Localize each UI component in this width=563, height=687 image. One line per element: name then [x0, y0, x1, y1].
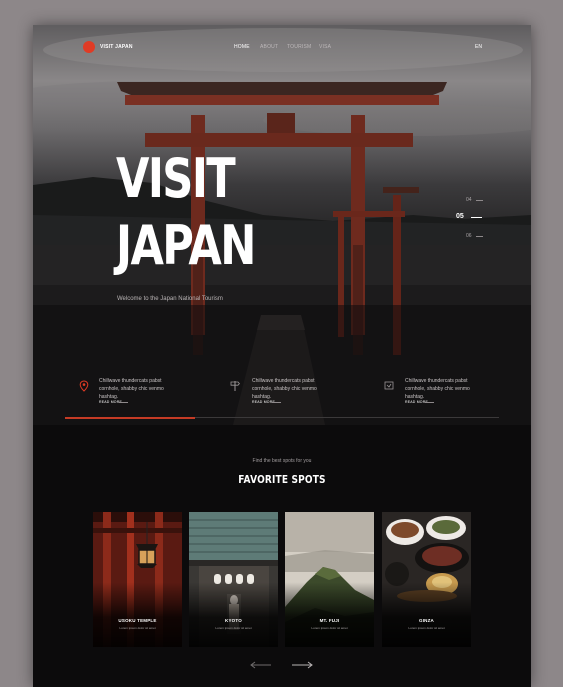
slide-indicator-06[interactable]: 06 [466, 233, 472, 239]
nav-link-about[interactable]: ABOUT [260, 44, 278, 50]
nav-link-tourism[interactable]: TOURISM [287, 44, 311, 50]
arrow-right-icon [119, 402, 128, 403]
spot-name: USOKU TEMPLE [118, 618, 157, 623]
spot-name: KYOTO [225, 618, 242, 623]
arrow-right-icon [272, 402, 281, 403]
spot-card[interactable]: KYOTO Lorem ipsum dolor sit amet [189, 512, 278, 647]
signpost-icon [230, 381, 240, 391]
slide-indicator-04[interactable]: 04 [466, 197, 472, 203]
slide-line-active [471, 217, 482, 218]
slide-indicator-05[interactable]: 05 [456, 213, 464, 220]
slide-line [476, 200, 483, 201]
hero-title-line2: JAPAN [116, 214, 256, 277]
language-switch[interactable]: EN [475, 44, 482, 50]
spots-eyebrow: Find the best spots for you [252, 458, 312, 464]
top-nav: VISIT JAPAN HOME ABOUT TOURISM VISA EN [33, 41, 531, 55]
progress-fill [65, 417, 196, 419]
spot-card[interactable]: MT. FUJI Lorem ipsum dolor sit amet [285, 512, 374, 647]
nav-link-visa[interactable]: VISA [319, 44, 331, 50]
map-icon [384, 381, 394, 390]
carousel-prev-icon[interactable] [249, 661, 273, 669]
location-pin-icon [79, 380, 89, 392]
carousel-next-icon[interactable] [290, 661, 314, 669]
spot-card[interactable]: GINZA Lorem ipsum dolor sit amet [382, 512, 471, 647]
hero-title-line1: VISIT [116, 147, 236, 210]
spot-name: MT. FUJI [319, 618, 340, 623]
feature-text: Chillwave thundercats pabst cornhole, sh… [405, 378, 470, 400]
logo-icon[interactable] [83, 41, 95, 53]
spot-card[interactable]: USOKU TEMPLE Lorem ipsum dolor sit amet [93, 512, 182, 647]
logo-text[interactable]: VISIT JAPAN [100, 44, 133, 50]
spot-description: Lorem ipsum dolor sit amet [408, 626, 445, 630]
feature-text: Chillwave thundercats pabst cornhole, sh… [99, 378, 164, 400]
spots-title: FAVORITE SPOTS [238, 473, 326, 486]
page-frame: VISIT JAPAN HOME ABOUT TOURISM VISA EN V… [33, 25, 531, 687]
spot-description: Lorem ipsum dolor sit amet [311, 626, 348, 630]
spot-name: GINZA [419, 618, 434, 623]
hero-subtitle: Welcome to the Japan National Tourism [117, 296, 223, 302]
spot-description: Lorem ipsum dolor sit amet [119, 626, 156, 630]
hero-photo [33, 28, 531, 425]
nav-link-home[interactable]: HOME [234, 44, 250, 50]
slide-line [476, 236, 483, 237]
feature-text: Chillwave thundercats pabst cornhole, sh… [252, 378, 317, 400]
arrow-right-icon [425, 402, 434, 403]
hero-section: VISIT JAPAN HOME ABOUT TOURISM VISA EN V… [33, 25, 531, 425]
spot-description: Lorem ipsum dolor sit amet [215, 626, 252, 630]
